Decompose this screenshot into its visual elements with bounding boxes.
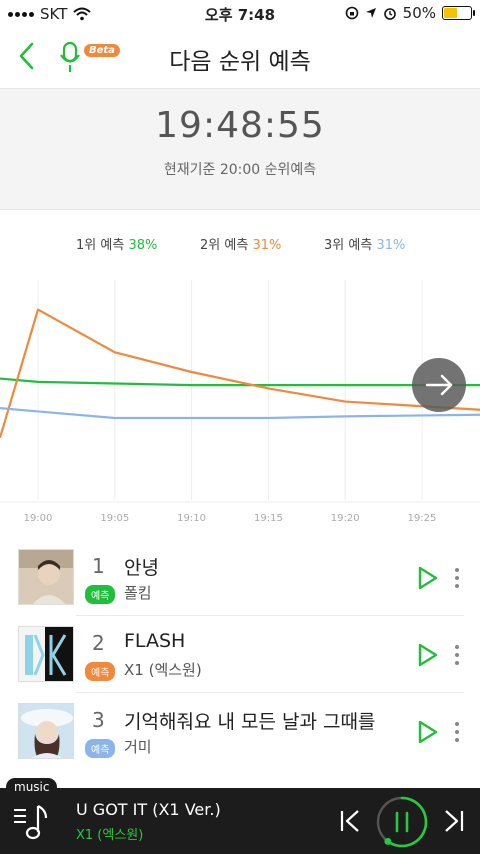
more-vertical-icon[interactable] xyxy=(450,564,464,592)
song-row-1[interactable]: 1 안녕 예측 폴킴 xyxy=(0,540,480,616)
legend-label: 1위 예측 xyxy=(76,238,125,253)
battery-icon xyxy=(442,6,475,20)
page-title: 다음 순위 예측 xyxy=(169,49,311,75)
play-icon[interactable] xyxy=(414,565,440,591)
play-icon[interactable] xyxy=(414,642,440,668)
prediction-badge: 예측 xyxy=(85,739,116,758)
x-tick-label: 19:20 xyxy=(331,513,360,524)
legend-item-3: 3위 예측 31% xyxy=(324,234,405,253)
song-title[interactable]: 기억해줘요 내 모든 날과 그때를 xyxy=(124,707,375,734)
song-artist[interactable]: 폴킴 xyxy=(124,582,152,603)
now-playing-artist[interactable]: X1 (엑스원) xyxy=(76,824,143,843)
song-rank: 2 xyxy=(92,631,105,655)
mini-player[interactable]: music U GOT IT (X1 Ver.) X1 (엑스원) xyxy=(0,778,480,854)
legend-pct: 31% xyxy=(376,238,406,253)
x-tick-label: 19:05 xyxy=(100,513,129,524)
song-rank: 1 xyxy=(92,554,105,578)
legend-pct: 31% xyxy=(252,238,282,253)
song-artist[interactable]: X1 (엑스원) xyxy=(124,659,202,680)
now-playing-title[interactable]: U GOT IT (X1 Ver.) xyxy=(76,800,221,819)
album-art xyxy=(18,549,74,605)
playlist-icon[interactable] xyxy=(12,804,52,842)
legend-pct: 38% xyxy=(128,238,158,253)
legend-item-1: 1위 예측 38% xyxy=(76,234,157,253)
x-tick-label: 19:25 xyxy=(408,513,437,524)
chart-legend: 1위 예측 38% 2위 예측 31% 3위 예측 31% xyxy=(0,234,480,254)
song-row-2[interactable]: 2 FLASH 예측 X1 (엑스원) xyxy=(0,617,480,693)
status-bar: SKT 오후 7:48 50% xyxy=(0,0,480,28)
row-divider xyxy=(76,615,464,616)
alarm-icon xyxy=(383,8,396,20)
more-vertical-icon[interactable] xyxy=(450,718,464,746)
song-title[interactable]: 안녕 xyxy=(124,553,159,580)
legend-item-2: 2위 예측 31% xyxy=(200,234,281,253)
ranking-prediction-chart: 19:00 19:05 19:10 19:15 19:20 19:25 xyxy=(0,280,480,524)
battery-percent: 50% xyxy=(402,4,436,22)
legend-label: 2위 예측 xyxy=(200,238,249,253)
x-tick-label: 19:00 xyxy=(24,513,53,524)
music-tag: music xyxy=(6,778,58,796)
series-line-3 xyxy=(0,407,480,420)
song-rank: 3 xyxy=(92,708,105,732)
skip-previous-icon[interactable] xyxy=(338,808,362,834)
status-right: 50% xyxy=(345,4,475,22)
play-icon[interactable] xyxy=(414,719,440,745)
x-tick-label: 19:10 xyxy=(177,513,206,524)
pause-icon[interactable] xyxy=(374,794,430,850)
more-vertical-icon[interactable] xyxy=(450,641,464,669)
prediction-badge: 예측 xyxy=(85,585,116,604)
battery-fill xyxy=(444,8,457,18)
row-divider xyxy=(76,692,464,693)
rotation-lock-icon xyxy=(345,6,358,20)
song-title[interactable]: FLASH xyxy=(124,630,185,652)
location-icon xyxy=(365,8,376,18)
prediction-basis: 현재기준 20:00 순위예측 xyxy=(163,162,317,178)
prediction-badge: 예측 xyxy=(85,662,116,681)
album-art xyxy=(18,703,74,759)
skip-next-icon[interactable] xyxy=(442,808,466,834)
progress-knob[interactable] xyxy=(384,837,392,845)
nav-bar: Beta 다음 순위 예측 xyxy=(0,28,480,86)
album-art xyxy=(18,626,74,682)
arrow-right-icon[interactable] xyxy=(412,358,466,412)
current-time: 19:48:55 xyxy=(155,105,325,146)
legend-label: 3위 예측 xyxy=(324,238,373,253)
song-row-3[interactable]: 3 기억해줘요 내 모든 날과 그때를 예측 거미 xyxy=(0,694,480,770)
song-artist[interactable]: 거미 xyxy=(124,736,152,757)
x-tick-label: 19:15 xyxy=(254,513,283,524)
countdown-panel: 19:48:55 현재기준 20:00 순위예측 xyxy=(0,88,480,210)
